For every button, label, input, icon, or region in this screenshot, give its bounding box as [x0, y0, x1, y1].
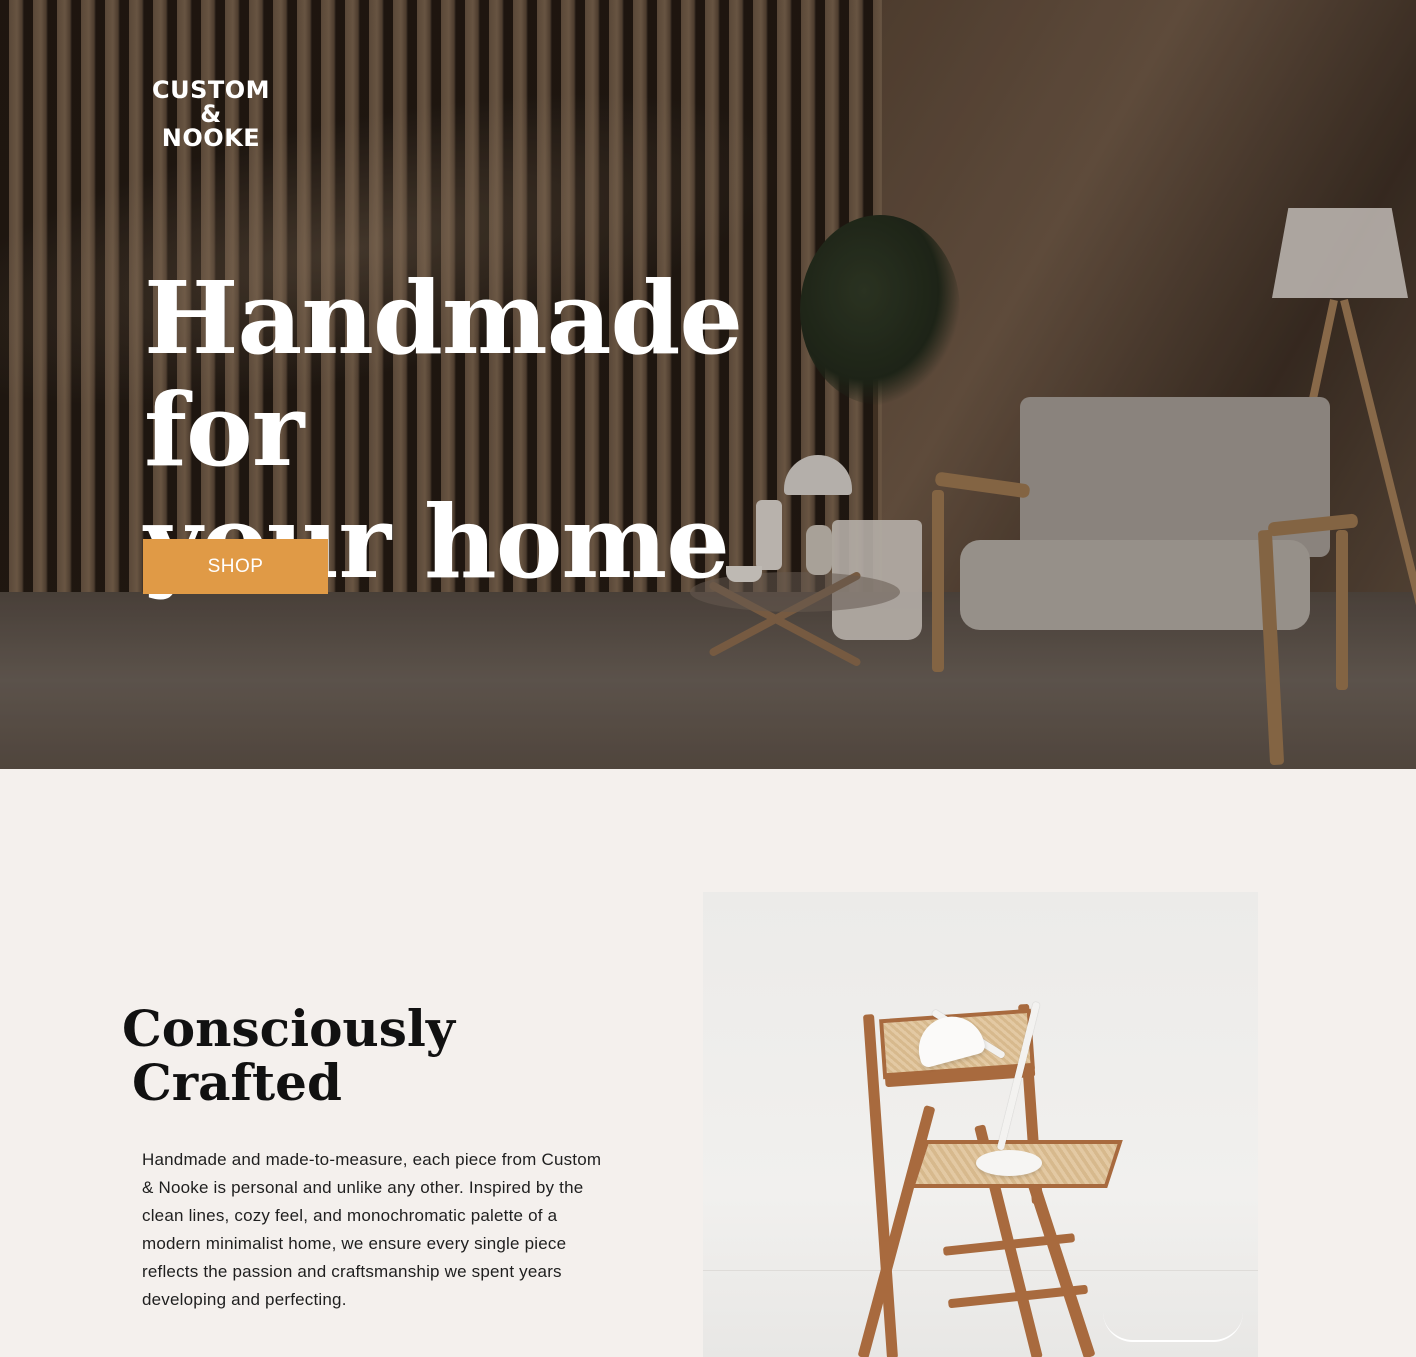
logo-line-2: & NOOKE: [161, 100, 261, 152]
about-body: Handmade and made-to-measure, each piece…: [142, 1150, 602, 1309]
floor-line: [703, 1270, 1258, 1271]
brand-logo[interactable]: CUSTOM & NOOKE: [148, 78, 274, 150]
hero-section: CUSTOM & NOOKE Handmade for your home SH…: [0, 0, 1416, 769]
hero-title-line-1: Handmade for: [144, 259, 743, 489]
lamp-cord: [1103, 1312, 1243, 1342]
about-title-line-1: Consciously: [122, 999, 455, 1058]
about-title-line-2: Crafted: [132, 1053, 342, 1112]
about-title: Consciously Crafted: [122, 1002, 482, 1110]
desk-lamp-base: [976, 1150, 1042, 1176]
logo-line-1: CUSTOM: [151, 76, 271, 104]
shop-button[interactable]: SHOP: [143, 539, 328, 594]
chair-photo: [703, 892, 1258, 1357]
